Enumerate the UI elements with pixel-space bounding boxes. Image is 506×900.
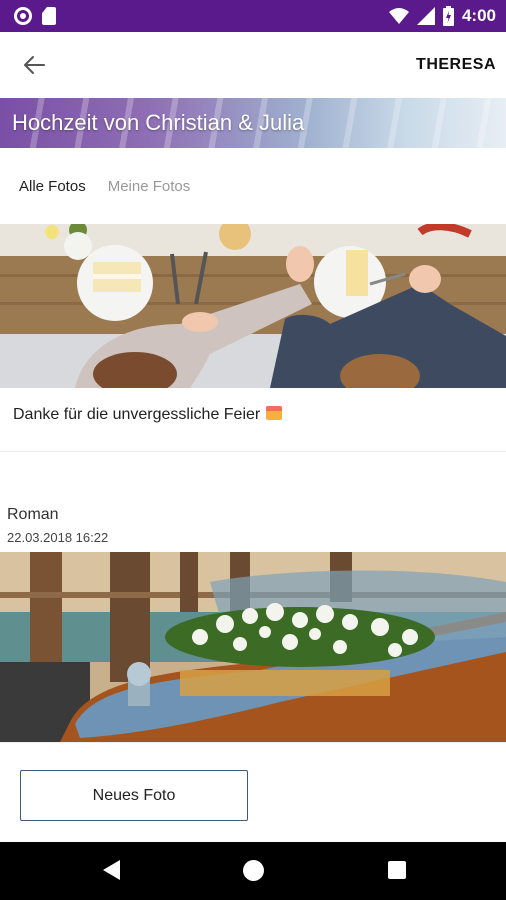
caption-text: Danke für die unvergessliche Feier (13, 406, 261, 423)
post-date: 22.03.2018 16:22 (7, 530, 109, 545)
wedding-cake-image (0, 224, 506, 388)
app-bar: THERESA (0, 32, 506, 98)
nav-home-icon[interactable] (243, 860, 264, 881)
arrow-left-icon (24, 56, 45, 74)
battery-icon (442, 6, 454, 26)
tab-all-photos[interactable]: Alle Fotos (19, 178, 86, 195)
new-photo-button[interactable]: Neues Foto (20, 770, 248, 821)
nav-back-icon[interactable] (101, 859, 121, 881)
wifi-icon (388, 8, 409, 24)
cake-emoji-icon (266, 406, 283, 420)
back-button[interactable] (14, 47, 54, 83)
user-name-label[interactable]: THERESA (416, 56, 496, 74)
system-nav-bar (0, 842, 506, 900)
tab-my-photos[interactable]: Meine Fotos (108, 178, 191, 195)
post-photo-wedding-cake[interactable] (0, 224, 506, 388)
event-banner: Hochzeit von Christian & Julia (0, 98, 506, 148)
photo-tabs: Alle Fotos Meine Fotos (0, 148, 506, 224)
notification-icon (14, 7, 32, 25)
event-title: Hochzeit von Christian & Julia (12, 110, 305, 135)
post-caption: Danke für die unvergessliche Feier (0, 388, 506, 452)
post-author: Roman (7, 506, 59, 523)
nav-recent-apps-icon[interactable] (388, 861, 406, 879)
status-time: 4:00 (461, 6, 496, 25)
post-photo-boat[interactable] (0, 552, 506, 742)
sd-card-icon (42, 7, 56, 25)
flower-boat-image (0, 552, 506, 742)
divider (0, 742, 506, 743)
signal-icon (416, 7, 435, 25)
status-bar: 4:00 (0, 0, 506, 32)
